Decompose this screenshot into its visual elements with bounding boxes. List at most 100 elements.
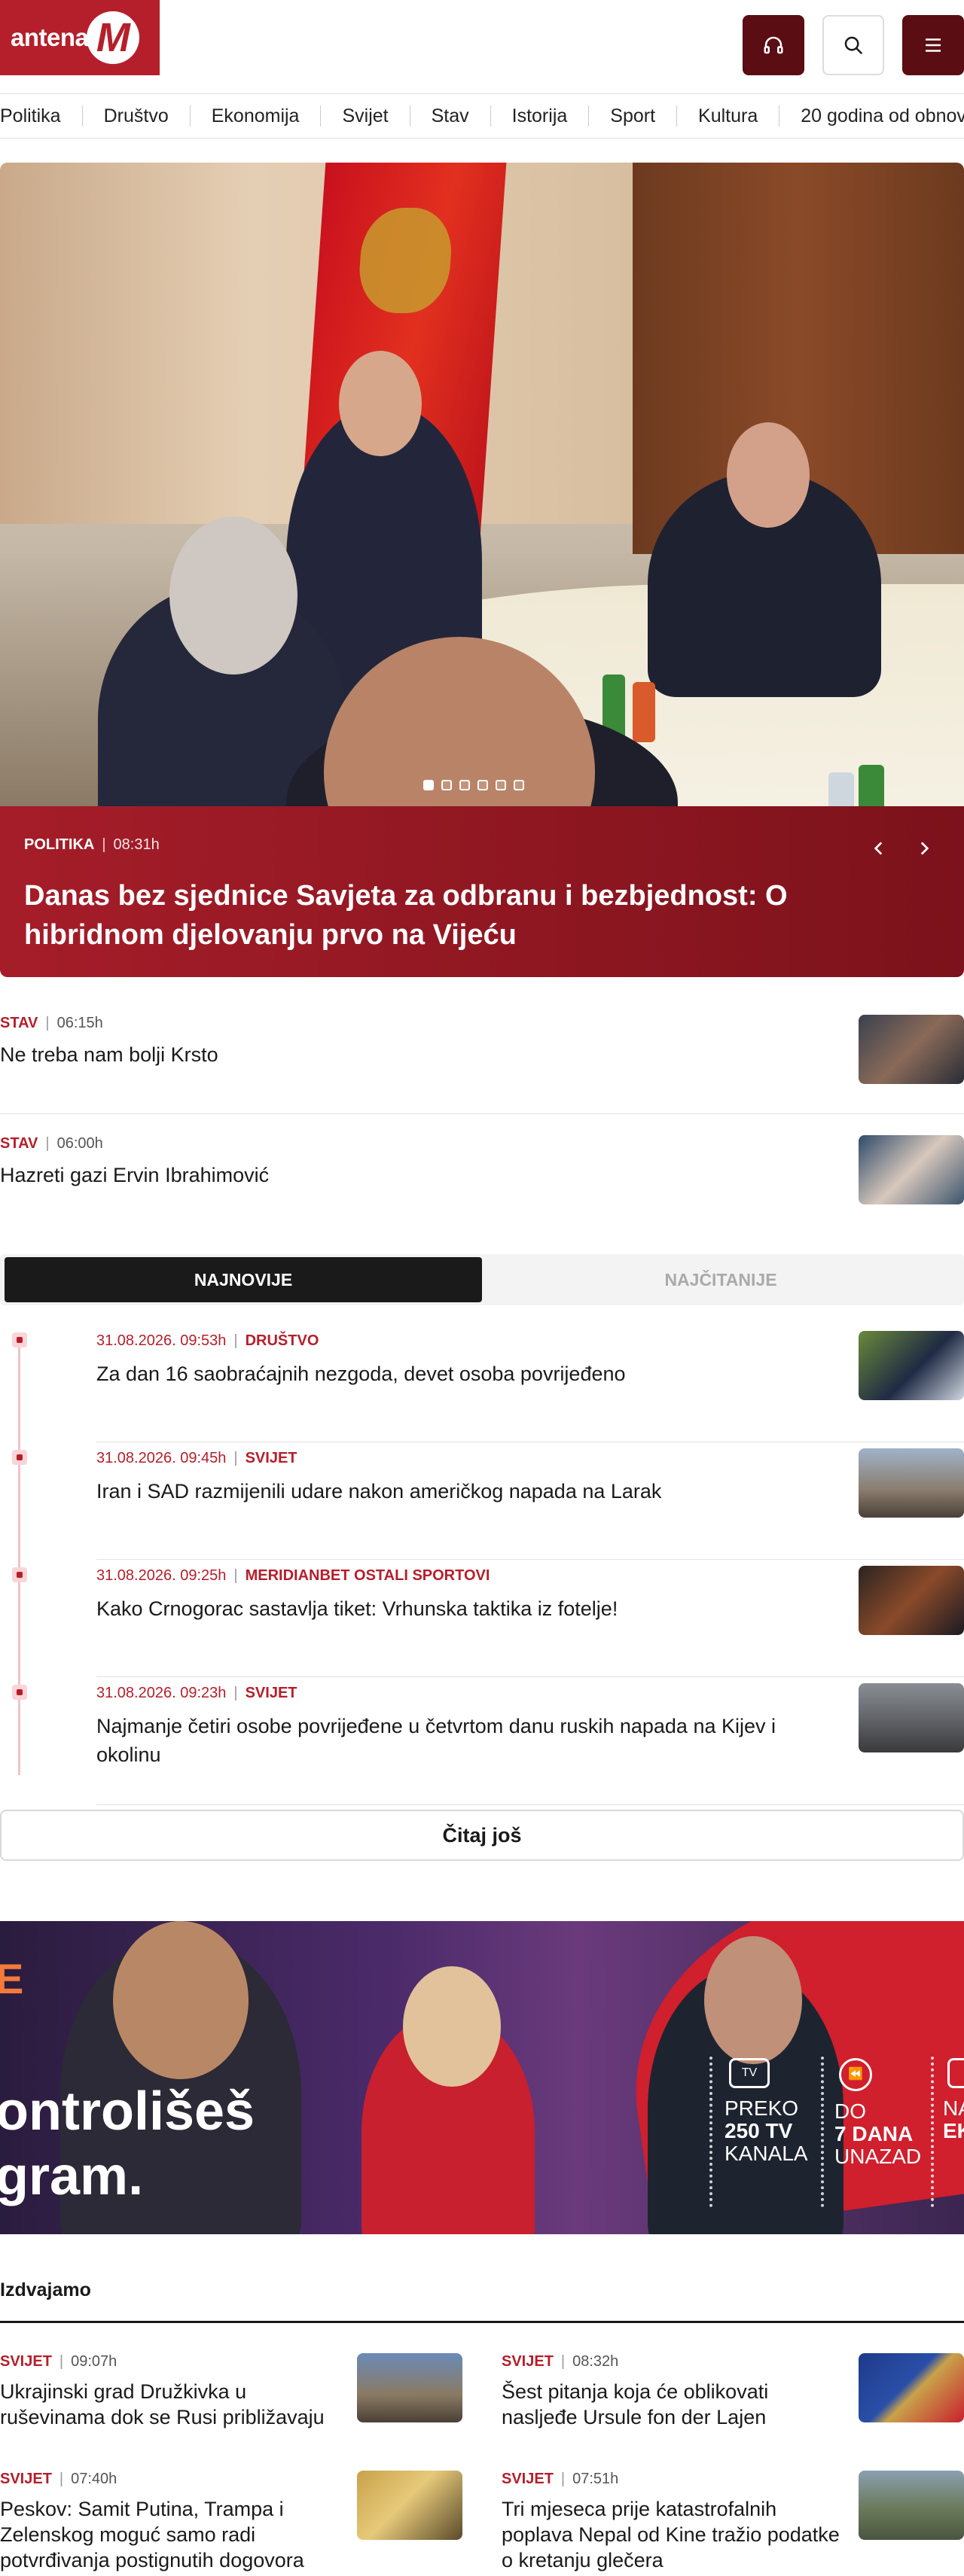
meta-separator: | <box>560 2471 566 2487</box>
article-title[interactable]: Ne treba nam bolji Krsto <box>0 1043 218 1067</box>
nav-item-istorija[interactable]: Istorija <box>491 105 590 126</box>
list-item[interactable]: 31.08.2026. 09:45h | SVIJET Iran i SAD raz… <box>0 1442 964 1560</box>
list-item[interactable]: SVIJET | 07:40h Peskov: Samit Putina, Tram… <box>0 2471 462 2576</box>
news-tabs: NAJNOVIJE NAJČITANIJE <box>0 1254 964 1305</box>
person-head-shape <box>113 1921 249 2079</box>
meta-separator: | <box>233 1332 238 1349</box>
promo-line: UNAZAD <box>834 2145 922 2168</box>
section-title: Izdvajamo <box>0 2279 91 2300</box>
slider-dot[interactable] <box>459 780 470 790</box>
article-category[interactable]: SVIJET <box>502 2353 554 2370</box>
hero-category[interactable]: POLITIKA <box>24 836 94 853</box>
article-category[interactable]: STAV <box>0 1015 38 1031</box>
slider-dot[interactable] <box>423 780 434 790</box>
article-thumbnail[interactable] <box>859 1566 964 1635</box>
tab-most-read[interactable]: NAJČITANIJE <box>482 1257 959 1302</box>
nav-item-kultura[interactable]: Kultura <box>677 105 780 126</box>
person-head-shape <box>403 1966 501 2087</box>
chevron-left-icon <box>874 842 883 855</box>
device-icon <box>947 2058 964 2088</box>
article-thumbnail[interactable] <box>859 2353 964 2422</box>
article-meta: SVIJET | 08:32h <box>502 2353 618 2370</box>
nav-item-svijet[interactable]: Svijet <box>321 105 410 126</box>
meta-separator: | <box>233 1685 238 1701</box>
meta-separator: | <box>560 2353 566 2370</box>
article-meta: 31.08.2026. 09:45h | SVIJET <box>96 1450 297 1467</box>
article-title[interactable]: Najmanje četiri osobe povrijeđene u četv… <box>96 1712 819 1769</box>
nav-item-drustvo[interactable]: Društvo <box>83 105 191 126</box>
nav-item-stav[interactable]: Stav <box>410 105 491 126</box>
article-category[interactable]: DRUŠTVO <box>246 1332 319 1349</box>
article-category[interactable]: MERIDIANBET OSTALI SPORTOVI <box>246 1567 490 1584</box>
promo-line: PREKO <box>725 2096 799 2120</box>
article-title[interactable]: Kako Crnogorac sastavlja tiket: Vrhunska… <box>96 1594 819 1623</box>
promo-channels: TV PREKO 250 TV KANALA <box>725 2058 808 2165</box>
list-item[interactable]: 31.08.2026. 09:23h | SVIJET Najmanje četir… <box>0 1677 964 1805</box>
article-thumbnail[interactable] <box>859 1683 964 1752</box>
article-title[interactable]: Šest pitanja koja će oblikovati nasljeđe… <box>502 2379 840 2430</box>
article-meta: STAV | 06:00h <box>0 1135 103 1153</box>
article-title[interactable]: Za dan 16 saobraćajnih nezgoda, devet os… <box>96 1360 819 1388</box>
promo-devices: NA EK <box>943 2058 964 2142</box>
dotted-divider <box>931 2057 934 2207</box>
site-header: antena M <box>0 0 964 75</box>
article-category[interactable]: SVIJET <box>502 2471 554 2487</box>
article-category[interactable]: SVIJET <box>0 2353 52 2370</box>
slider-dot[interactable] <box>477 780 488 790</box>
article-title[interactable]: Hazreti gazi Ervin Ibrahimović <box>0 1164 269 1187</box>
article-title[interactable]: Ukrajinski grad Družkivka u ruševinama d… <box>0 2379 339 2430</box>
listen-button[interactable] <box>743 15 804 75</box>
article-category[interactable]: STAV <box>0 1135 38 1152</box>
list-item[interactable]: SVIJET | 09:07h Ukrajinski grad Družkivka … <box>0 2353 462 2459</box>
meta-separator: | <box>59 2471 64 2487</box>
list-item[interactable]: 31.08.2026. 09:53h | DRUŠTVO Za dan 16 sao… <box>0 1325 964 1442</box>
list-item[interactable]: STAV | 06:00h Hazreti gazi Ervin Ibrahimov… <box>0 1114 964 1235</box>
promo-line-strong: EK <box>943 2119 964 2142</box>
article-title[interactable]: Iran i SAD razmijenili udare nakon ameri… <box>96 1477 819 1506</box>
hero-image[interactable] <box>0 163 964 908</box>
slider-dot[interactable] <box>496 780 506 790</box>
article-thumbnail[interactable] <box>357 2353 462 2422</box>
nav-item-politika[interactable]: Politika <box>0 105 83 126</box>
list-item[interactable]: 31.08.2026. 09:25h | MERIDIANBET OSTALI SP… <box>0 1560 964 1677</box>
article-thumbnail[interactable] <box>859 2471 964 2540</box>
article-thumbnail[interactable] <box>859 1135 964 1204</box>
meta-separator: | <box>59 2353 64 2370</box>
timeline-marker <box>12 1450 27 1465</box>
slider-dot[interactable] <box>441 780 452 790</box>
article-time: 06:15h <box>56 1015 103 1031</box>
menu-button[interactable] <box>902 15 964 75</box>
article-thumbnail[interactable] <box>859 1448 964 1518</box>
nav-item-20-godina[interactable]: 20 godina od obnove <box>779 105 964 126</box>
list-item[interactable]: STAV | 06:15h Ne treba nam bolji Krsto <box>0 994 964 1114</box>
person-head-shape <box>727 422 810 528</box>
list-item[interactable]: SVIJET | 08:32h Šest pitanja koja će oblik… <box>502 2353 964 2459</box>
article-title[interactable]: Tri mjeseca prije katastrofalnih poplava… <box>502 2496 840 2573</box>
tab-latest[interactable]: NAJNOVIJE <box>5 1257 482 1302</box>
list-item[interactable]: SVIJET | 07:51h Tri mjeseca prije katastro… <box>502 2471 964 2576</box>
article-title[interactable]: Peskov: Samit Putina, Trampa i Zelenskog… <box>0 2496 339 2573</box>
meta-separator: | <box>45 1015 50 1031</box>
article-thumbnail[interactable] <box>859 1331 964 1400</box>
slider-dot[interactable] <box>514 780 524 790</box>
article-thumbnail[interactable] <box>357 2471 462 2540</box>
article-category[interactable]: SVIJET <box>246 1685 297 1701</box>
site-logo[interactable]: antena M <box>0 0 160 75</box>
article-category[interactable]: SVIJET <box>246 1450 297 1466</box>
hero-slider[interactable]: POLITIKA | 08:31h Danas bez sjednice Savje… <box>0 163 964 977</box>
hero-title[interactable]: Danas bez sjednice Savjeta za odbranu i … <box>24 876 875 955</box>
article-meta: 31.08.2026. 09:53h | DRUŠTVO <box>96 1332 319 1350</box>
read-more-button[interactable]: Čitaj još <box>0 1810 964 1861</box>
promo-banner[interactable]: E ontrolišeš gram. TV PREKO 250 TV KANALA… <box>0 1921 964 2234</box>
nav-item-sport[interactable]: Sport <box>589 105 678 126</box>
article-thumbnail[interactable] <box>859 1015 964 1084</box>
rewind-icon: ⏪ <box>839 2058 872 2091</box>
article-category[interactable]: SVIJET <box>0 2471 52 2487</box>
logo-mark: M <box>87 11 140 64</box>
nav-item-ekonomija[interactable]: Ekonomija <box>191 105 322 126</box>
slider-prev-button[interactable] <box>869 833 889 863</box>
slider-next-button[interactable] <box>914 833 934 863</box>
search-button[interactable] <box>822 15 884 75</box>
flag-emblem <box>356 208 455 313</box>
meta-separator: | <box>102 836 106 853</box>
